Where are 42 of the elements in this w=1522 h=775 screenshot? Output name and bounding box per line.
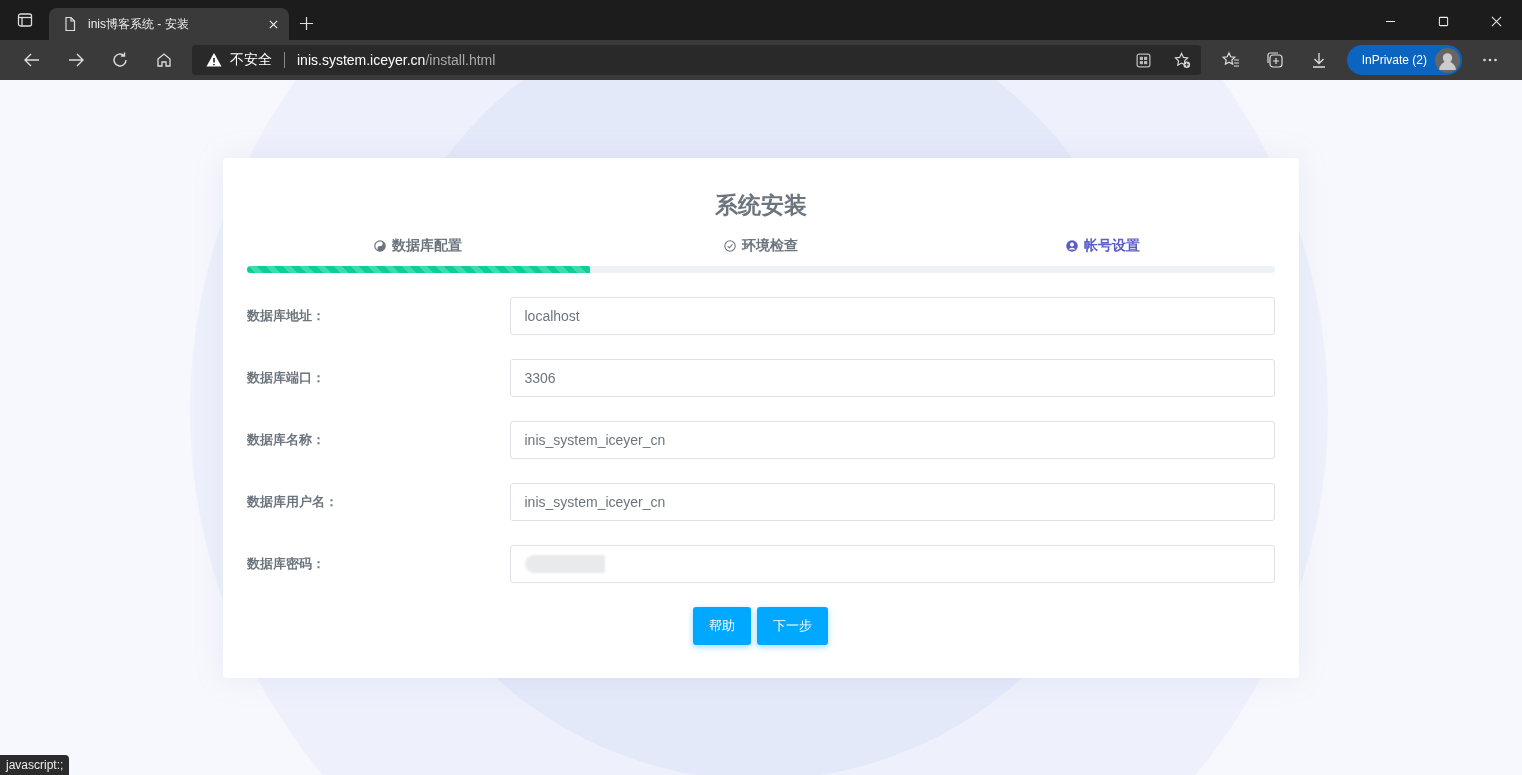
close-icon[interactable] — [268, 18, 279, 30]
step-tab[interactable]: 环境检查 — [589, 232, 932, 260]
address-bar[interactable]: 不安全 inis.system.iceyer.cn/install.html — [192, 45, 1201, 75]
forward-icon[interactable] — [67, 51, 85, 69]
check-circle-icon — [723, 240, 736, 252]
new-tab-icon[interactable] — [299, 16, 314, 31]
field-label: 数据库端口： — [246, 369, 326, 387]
card-title: 系统安装 — [713, 191, 808, 220]
back-icon[interactable] — [23, 51, 41, 69]
document-icon — [62, 16, 78, 32]
field-label: 数据库地址： — [246, 307, 326, 325]
close-icon[interactable] — [1491, 16, 1502, 27]
favorites-icon[interactable] — [1221, 51, 1240, 69]
maximize-icon[interactable] — [1438, 16, 1449, 27]
security-label: 不安全 — [230, 51, 272, 69]
action-button[interactable]: 下一步 — [757, 607, 828, 645]
user-circle-icon — [1066, 240, 1079, 252]
input-field[interactable]: 3306 — [509, 359, 1275, 397]
add-favorite-icon[interactable] — [1173, 51, 1191, 69]
tab-title: inis博客系统 - 安装 — [88, 15, 190, 33]
field-label: 数据库密码： — [246, 555, 326, 573]
warning-icon — [206, 52, 222, 68]
profile-button[interactable]: InPrivate (2) — [1346, 45, 1462, 75]
refresh-icon[interactable] — [111, 51, 129, 69]
input-field[interactable]: inis_system_iceyer_cn — [509, 421, 1275, 459]
tab-actions-icon[interactable] — [17, 12, 33, 28]
step-tab[interactable]: 数据库配置 — [246, 232, 590, 260]
step-tab[interactable]: 帐号设置 — [931, 232, 1275, 260]
collections-icon[interactable] — [1265, 51, 1284, 69]
grid-icon[interactable] — [1134, 51, 1152, 69]
home-icon[interactable] — [155, 51, 173, 69]
browser-tab[interactable]: inis博客系统 - 安装 — [49, 8, 289, 40]
url-text: inis.system.iceyer.cn/install.html — [297, 52, 496, 68]
yin-yang-icon — [373, 240, 386, 252]
input-field[interactable]: localhost — [509, 297, 1275, 335]
status-link-preview: javascript:; — [0, 755, 70, 775]
field-label: 数据库用户名： — [246, 493, 339, 511]
field-label: 数据库名称： — [246, 431, 326, 449]
password-field[interactable] — [509, 545, 1275, 583]
action-button[interactable]: 帮助 — [693, 607, 751, 645]
avatar-icon — [1435, 47, 1460, 73]
input-field[interactable]: inis_system_iceyer_cn — [509, 483, 1275, 521]
